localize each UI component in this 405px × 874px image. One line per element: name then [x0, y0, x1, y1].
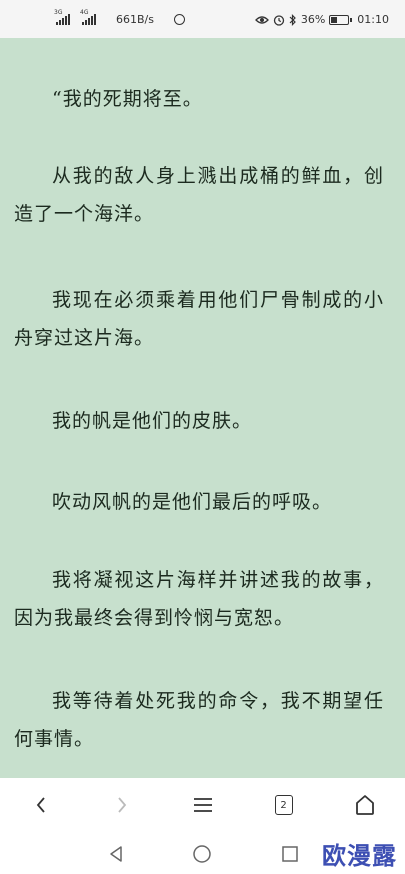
status-bar: 3G 4G 661B/s 36% 01:10	[0, 0, 405, 38]
clock: 01:10	[357, 13, 389, 26]
menu-icon	[193, 798, 212, 812]
alarm-icon	[273, 14, 284, 26]
tabs-button[interactable]: 2	[264, 785, 304, 825]
paragraph: 从我的敌人身上溅出成桶的鲜血，创造了一个海洋。	[14, 165, 384, 225]
paragraph: 我现在必须乘着用他们尸骨制成的小舟穿过这片海。	[14, 289, 384, 349]
paragraph: 我将凝视这片海样并讲述我的故事，因为我最终会得到怜悯与宽恕。	[14, 569, 384, 629]
bluetooth-icon	[289, 13, 296, 26]
tabs-icon: 2	[274, 795, 293, 815]
eye-icon	[254, 15, 269, 24]
cell-signal-4g-icon: 4G	[80, 9, 96, 25]
nav-recents-button[interactable]	[278, 842, 302, 866]
nav-back-icon	[110, 846, 122, 862]
system-nav-bar: 欧漫露	[0, 832, 405, 874]
back-icon	[36, 797, 45, 813]
sync-icon	[173, 14, 185, 25]
forward-icon	[117, 797, 126, 813]
browser-toolbar: 2	[0, 778, 405, 832]
nav-recents-icon	[282, 846, 298, 862]
nav-home-icon	[193, 845, 211, 863]
watermark-logo: 欧漫露	[322, 842, 397, 870]
menu-button[interactable]	[183, 785, 223, 825]
battery-icon	[329, 14, 353, 25]
paragraph: 吹动风帆的是他们最后的呼吸。	[52, 491, 333, 513]
paragraph: 我等待着处死我的命令，我不期望任何事情。	[14, 690, 384, 750]
back-button[interactable]	[21, 785, 61, 825]
nav-back-button[interactable]	[104, 842, 128, 866]
paragraph: 我的帆是他们的皮肤。	[52, 410, 253, 432]
network-speed: 661B/s	[116, 13, 154, 26]
forward-button[interactable]	[102, 785, 142, 825]
paragraph: “我的死期将至。	[52, 88, 203, 110]
home-button[interactable]	[345, 785, 385, 825]
reader-page[interactable]: “我的死期将至。 从我的敌人身上溅出成桶的鲜血，创造了一个海洋。 我现在必须乘着…	[0, 38, 405, 779]
battery-percent: 36%	[300, 13, 326, 26]
nav-home-button[interactable]	[190, 842, 214, 866]
home-icon	[355, 795, 374, 815]
cell-signal-icon: 3G	[54, 9, 70, 25]
